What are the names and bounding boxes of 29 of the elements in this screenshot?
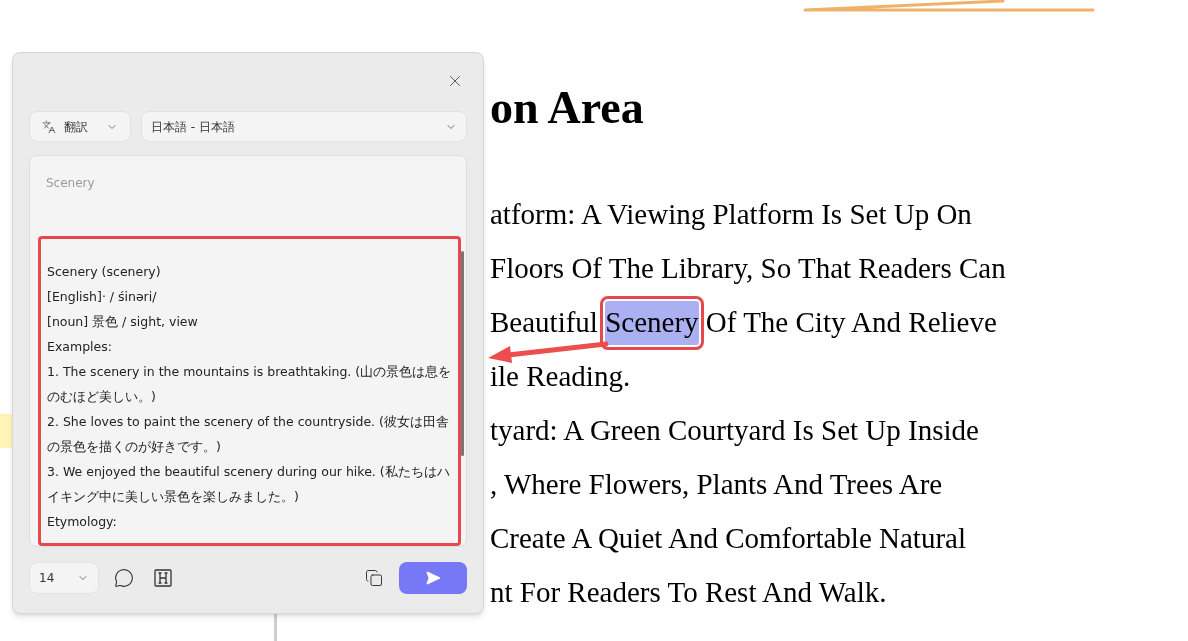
document-heading: on Area	[490, 85, 644, 131]
translate-icon	[42, 119, 56, 134]
send-button[interactable]	[399, 562, 467, 594]
result-line: [noun] 景色 / sight, view	[47, 313, 199, 331]
document-text: atform: A Viewing Platform Is Set Up On	[490, 197, 972, 233]
chat-icon[interactable]	[114, 568, 134, 588]
document-text: ile Reading.	[490, 359, 631, 395]
document-text: Create A Quiet And Comfortable Natural	[490, 521, 966, 557]
scrollbar[interactable]	[461, 251, 464, 456]
document-text: Floors Of The Library, So That Readers Can	[490, 251, 1006, 287]
result-line: 1. The scenery in the mountains is breathtaking. (山の景色は息をのむほど美しい。)	[47, 363, 452, 406]
result-line: Scenery (scenery)	[47, 263, 162, 281]
document-text: Beautiful	[490, 305, 599, 341]
mode-dropdown[interactable]: 翻訳	[29, 111, 131, 142]
font-size-select[interactable]: 14	[29, 562, 99, 594]
copy-icon[interactable]	[365, 569, 383, 587]
result-line: [English]· / śinəri/	[47, 288, 158, 306]
result-line: Etymology:	[47, 513, 118, 531]
result-line: 2. She loves to paint the scenery of the countryside. (彼女は田舎の景色を描くのが好きです。)	[47, 413, 450, 456]
document-text: nt For Readers To Rest And Walk.	[490, 575, 887, 611]
document-text: , Where Flowers, Plants And Trees Are	[490, 467, 943, 503]
document-text: Of The City And Relieve	[704, 305, 997, 341]
result-line: 3. We enjoyed the beautiful scenery during our hike. (私たちはハイキング中に美しい景色を楽しみました。)	[47, 463, 451, 506]
language-dropdown[interactable]: 日本語 - 日本語	[141, 111, 467, 142]
source-text: Scenery	[46, 175, 95, 192]
send-icon	[425, 570, 441, 586]
result-line: Examples:	[47, 338, 113, 356]
document-text: tyard: A Green Courtyard Is Set Up Inside	[490, 413, 979, 449]
heading-icon[interactable]	[154, 569, 172, 587]
